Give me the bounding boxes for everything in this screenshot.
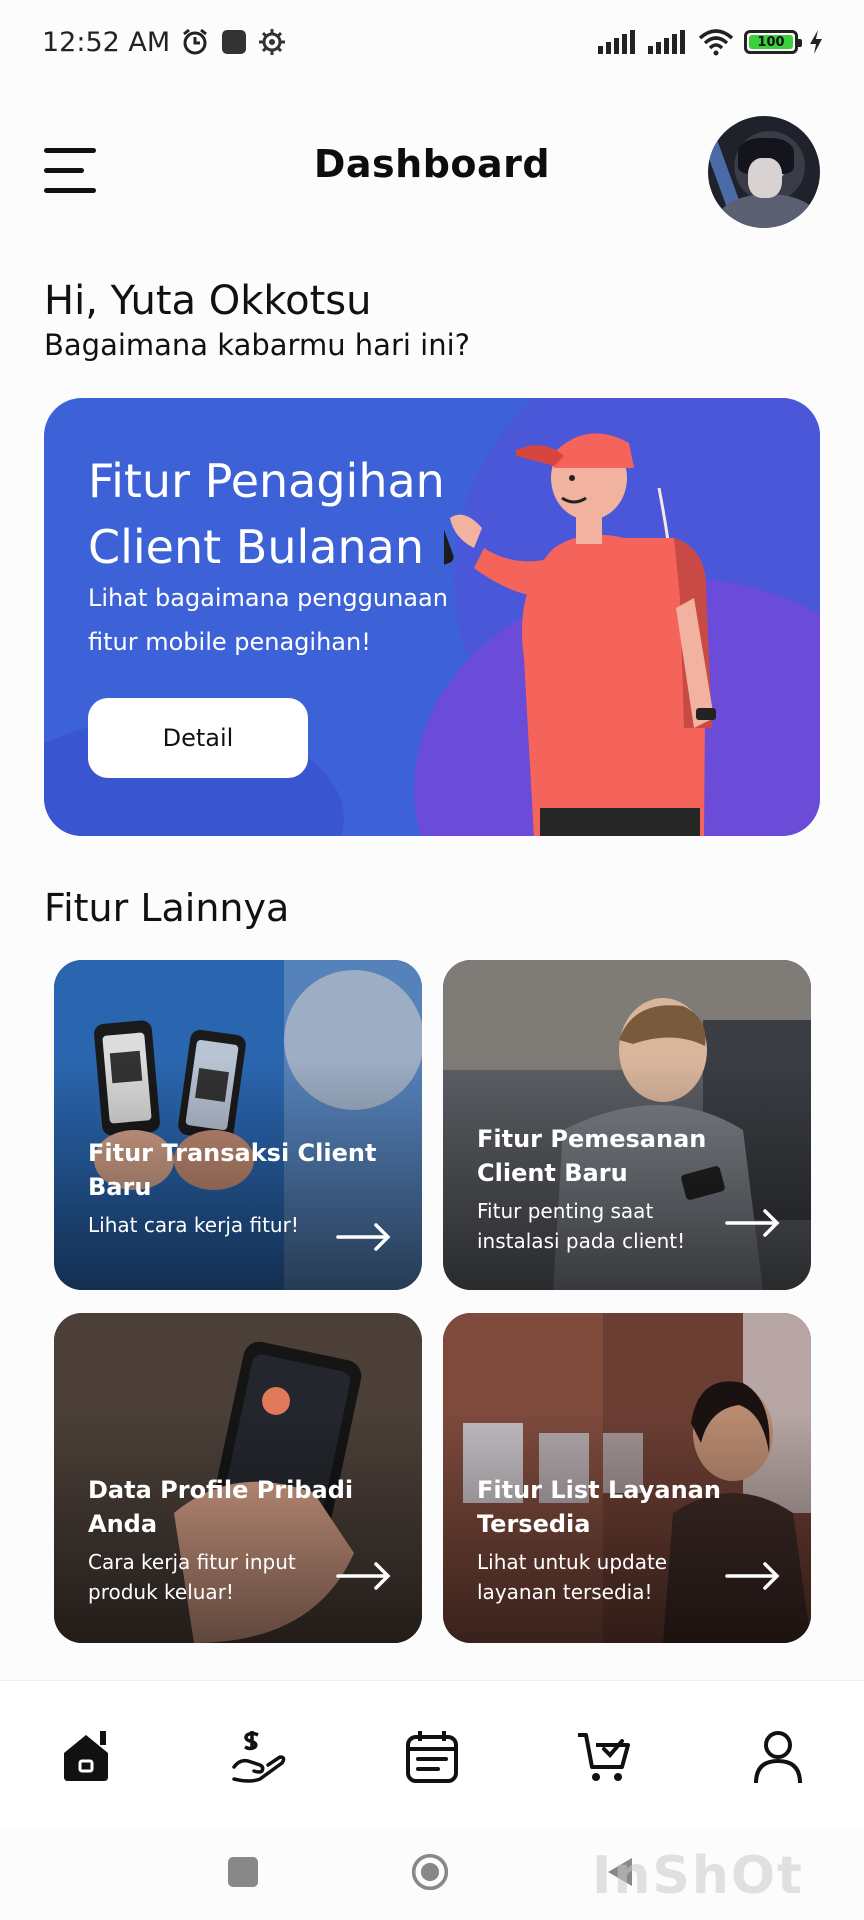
square-app-icon xyxy=(220,28,248,56)
arrow-right-icon[interactable] xyxy=(725,1561,781,1591)
status-right: 100 xyxy=(598,28,824,56)
section-title: Fitur Lainnya xyxy=(44,886,290,930)
charging-icon xyxy=(808,30,824,54)
card-description: Lihat untuk update layanan tersedia! xyxy=(477,1550,668,1604)
recents-button[interactable] xyxy=(223,1852,263,1892)
card-description: Cara kerja fitur input produk keluar! xyxy=(88,1550,296,1604)
cart-icon xyxy=(578,1733,630,1781)
promo-description: Lihat bagaimana penggunaan fitur mobile … xyxy=(88,584,448,656)
feature-card-profile[interactable]: Data Profile Pribadi Anda Cara kerja fit… xyxy=(54,1313,422,1643)
watermark: InShOt xyxy=(592,1846,804,1906)
status-bar: 12:52 AM 100 xyxy=(0,0,864,84)
nav-cart[interactable] xyxy=(572,1725,636,1789)
feature-card-transaksi[interactable]: Fitur Transaksi Client Baru Lihat cara k… xyxy=(54,960,422,1290)
system-navigation: InShOt xyxy=(0,1830,864,1920)
nav-home[interactable] xyxy=(54,1725,118,1789)
payment-icon xyxy=(232,1731,286,1783)
app-header: Dashboard xyxy=(0,112,864,232)
card-description: Lihat cara kerja fitur! xyxy=(88,1213,299,1237)
status-time: 12:52 AM xyxy=(42,26,171,58)
alarm-icon xyxy=(180,27,210,57)
home-circle-icon xyxy=(411,1853,449,1891)
card-description: Fitur penting saat instalasi pada client… xyxy=(477,1199,686,1253)
bottom-navigation xyxy=(0,1680,864,1830)
detail-button[interactable]: Detail xyxy=(88,698,308,778)
feature-card-layanan[interactable]: Fitur List Layanan Tersedia Lihat untuk … xyxy=(443,1313,811,1643)
card-title: Fitur Transaksi Client Baru xyxy=(88,1139,377,1201)
card-title: Fitur List Layanan Tersedia xyxy=(477,1476,721,1538)
arrow-right-icon[interactable] xyxy=(336,1561,392,1591)
calendar-icon xyxy=(406,1731,458,1783)
arrow-right-icon[interactable] xyxy=(725,1208,781,1238)
recents-icon xyxy=(228,1857,258,1887)
battery-icon: 100 xyxy=(744,30,802,54)
signal-icon xyxy=(598,30,638,54)
nav-payment[interactable] xyxy=(228,1725,292,1789)
greeting-name: Hi, Yuta Okkotsu xyxy=(44,278,372,324)
feature-card-pemesanan[interactable]: Fitur Pemesanan Client Baru Fitur pentin… xyxy=(443,960,811,1290)
nav-calendar[interactable] xyxy=(400,1725,464,1789)
status-left: 12:52 AM xyxy=(42,27,286,58)
signal-icon-2 xyxy=(648,30,688,54)
battery-level: 100 xyxy=(749,35,793,49)
home-icon xyxy=(64,1731,108,1781)
promo-banner[interactable]: Fitur Penagihan Client Bulanan Lihat bag… xyxy=(44,398,820,836)
promo-title: Fitur Penagihan Client Bulanan xyxy=(88,454,445,574)
nav-profile[interactable] xyxy=(746,1725,810,1789)
home-system-button[interactable] xyxy=(410,1852,450,1892)
arrow-right-icon[interactable] xyxy=(336,1222,392,1252)
card-title: Fitur Pemesanan Client Baru xyxy=(477,1125,707,1187)
wifi-icon xyxy=(698,28,734,56)
avatar[interactable] xyxy=(708,116,820,228)
card-title: Data Profile Pribadi Anda xyxy=(88,1476,354,1538)
greeting-subtitle: Bagaimana kabarmu hari ini? xyxy=(44,328,471,362)
gear-icon xyxy=(258,28,286,56)
profile-icon xyxy=(754,1731,802,1784)
